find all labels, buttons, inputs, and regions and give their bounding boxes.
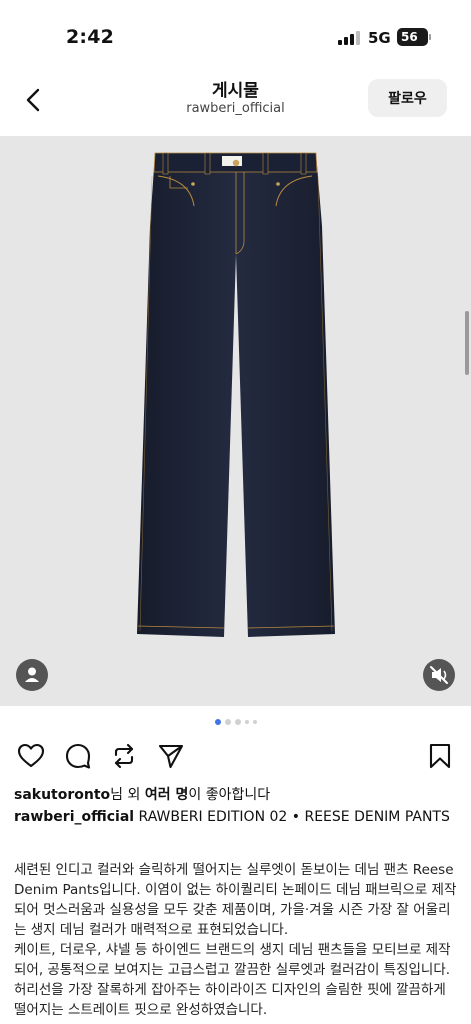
likes-others[interactable]: 여러 명 (145, 787, 189, 803)
user-tag-button[interactable] (16, 659, 48, 691)
post-header: 게시물 rawberi_official 팔로우 (0, 66, 471, 136)
scrollbar[interactable] (465, 311, 469, 375)
carousel-indicator (0, 719, 471, 727)
carousel-dot-active (214, 719, 221, 725)
caption-paragraph: 세련된 인디고 컬러와 슬릭하게 떨어지는 실루엣이 돋보이는 데님 팬츠 Re… (14, 862, 457, 938)
mute-button[interactable] (423, 659, 455, 691)
caption-body: 세련된 인디고 컬러와 슬릭하게 떨어지는 실루엣이 돋보이는 데님 팬츠 Re… (14, 860, 460, 1020)
post-image[interactable] (0, 136, 471, 706)
likes-mid-text: 님 외 (110, 787, 145, 803)
battery-level: 56 (401, 30, 418, 44)
carousel-dot (252, 720, 257, 724)
denim-pants-image (137, 152, 335, 637)
caption-header: rawberi_official RAWBERI EDITION 02 • RE… (14, 808, 454, 827)
caption-paragraph: 케이트, 더로우, 샤넬 등 하이엔드 브랜드의 생지 데님 팬츠들을 모티브로… (14, 942, 451, 1018)
heart-icon[interactable] (17, 742, 45, 770)
comment-bubble-icon[interactable] (64, 742, 92, 770)
speaker-muted-icon (430, 666, 448, 684)
likes-suffix-text: 이 좋아합니다 (188, 787, 271, 803)
status-bar: 2:42 5G 56 (0, 0, 471, 66)
likes-summary[interactable]: sakutoronto님 외 여러 명이 좋아합니다 (14, 784, 270, 804)
repost-icon[interactable] (110, 742, 138, 770)
carousel-dot (234, 719, 241, 725)
battery-tip (429, 34, 431, 40)
carousel-dot (244, 720, 249, 724)
signal-strength-icon (338, 31, 362, 45)
person-icon (25, 667, 39, 682)
network-type: 5G (368, 29, 391, 47)
carousel-dot (224, 719, 231, 725)
caption-headline: RAWBERI EDITION 02 • REESE DENIM PANTS (138, 809, 450, 825)
action-bar (0, 738, 471, 774)
bookmark-icon[interactable] (426, 742, 454, 770)
follow-button[interactable]: 팔로우 (368, 79, 447, 117)
status-time: 2:42 (66, 26, 115, 48)
paper-plane-icon[interactable] (157, 742, 185, 770)
battery-icon: 56 (397, 28, 428, 46)
liker-username[interactable]: sakutoronto (14, 787, 110, 803)
caption-username[interactable]: rawberi_official (14, 809, 134, 825)
